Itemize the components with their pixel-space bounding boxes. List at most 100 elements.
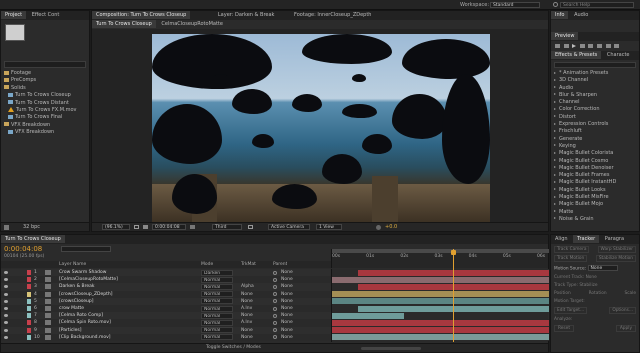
tab-composition[interactable]: Composition: Turn To Crows Closeup <box>92 11 191 19</box>
layer-duration-bar[interactable] <box>332 276 549 283</box>
layer-trkmat-select[interactable] <box>241 269 267 276</box>
layer-parent-select[interactable]: None <box>281 283 321 290</box>
layer-duration-bar[interactable] <box>332 298 549 305</box>
project-item[interactable]: VFX Breakdown <box>4 129 89 136</box>
effects-category[interactable]: Channel <box>554 99 639 106</box>
search-help-input[interactable]: Search Help <box>560 2 634 8</box>
tab-effect-controls[interactable]: Effect Cont <box>28 11 64 19</box>
layer-name[interactable]: [CelmaCloseupRotoMatte] <box>59 276 194 283</box>
effects-category[interactable]: Magic Bullet Colorista <box>554 150 639 157</box>
camera-select[interactable]: Active Camera <box>268 224 310 230</box>
layer-parent-select[interactable]: None <box>281 312 321 319</box>
camera-icon[interactable] <box>143 225 148 229</box>
layer-parent-select[interactable]: None <box>281 327 321 334</box>
track-area[interactable] <box>331 269 549 342</box>
visibility-eye-icon[interactable] <box>4 278 8 282</box>
visibility-eye-icon[interactable] <box>4 299 8 303</box>
effects-category[interactable]: Generate <box>554 136 639 143</box>
header-trkmat[interactable]: TrkMat <box>241 261 256 268</box>
zoom-select[interactable]: (96.1%) <box>102 224 130 230</box>
project-search-input[interactable] <box>4 61 86 68</box>
layer-name[interactable]: [Clip Background.mov] <box>59 334 194 341</box>
layer-trkmat-select[interactable]: None <box>241 291 267 298</box>
layer-trkmat-select[interactable] <box>241 276 267 283</box>
layer-name[interactable]: [Particles] <box>59 327 194 334</box>
parent-pickwhip-icon[interactable] <box>273 292 277 297</box>
layer-mode-select[interactable]: Darken <box>201 269 233 276</box>
effects-category[interactable]: Keying <box>554 143 639 150</box>
effects-category[interactable]: Magic Bullet Looks <box>554 187 639 194</box>
layer-parent-select[interactable]: None <box>281 291 321 298</box>
layer-mode-select[interactable]: Normal <box>201 298 233 305</box>
parent-pickwhip-icon[interactable] <box>273 306 277 311</box>
layer-mode-select[interactable]: Normal <box>201 312 233 319</box>
tab-layer[interactable]: Layer: Darken & Break <box>214 11 279 19</box>
tab-preview[interactable]: Preview <box>551 32 579 40</box>
layer-name[interactable]: [Celma Spin Roto.mov] <box>59 319 194 326</box>
tab-project[interactable]: Project <box>1 11 27 19</box>
layer-duration-bar[interactable] <box>332 334 549 341</box>
work-area-bar[interactable] <box>332 249 549 253</box>
effects-category[interactable]: Expression Controls <box>554 121 639 128</box>
layer-parent-select[interactable]: None <box>281 305 321 312</box>
project-item[interactable]: Turn To Crows Closeup <box>4 92 89 99</box>
layer-parent-select[interactable]: None <box>281 276 321 283</box>
workspace-select[interactable]: Standard <box>490 2 540 8</box>
effects-category[interactable]: Frischluft <box>554 128 639 135</box>
layer-label-color[interactable] <box>27 298 31 304</box>
exposure-icon[interactable] <box>376 225 381 230</box>
effects-category[interactable]: Noise & Grain <box>554 216 639 223</box>
header-layer-name[interactable]: Layer Name <box>59 261 86 268</box>
visibility-eye-icon[interactable] <box>4 285 8 289</box>
ram-preview-icon[interactable] <box>614 43 620 48</box>
project-item[interactable]: Solids <box>4 85 89 92</box>
effects-category[interactable]: Magic Bullet Cosmo <box>554 158 639 165</box>
effects-category[interactable]: * Animation Presets <box>554 70 639 77</box>
layer-trkmat-select[interactable]: Alpha <box>241 283 267 290</box>
effects-category[interactable]: Audio <box>554 85 639 92</box>
layer-trkmat-select[interactable]: None <box>241 327 267 334</box>
parent-pickwhip-icon[interactable] <box>273 320 277 325</box>
effects-category[interactable]: Magic Bullet Mojo <box>554 201 639 208</box>
layer-name[interactable]: crow Matte <box>59 305 194 312</box>
effects-category[interactable]: Magic Bullet InstantHD <box>554 179 639 186</box>
layer-name[interactable]: [crowsCloseup_ZDepth] <box>59 291 194 298</box>
previous-frame-icon[interactable] <box>563 43 569 48</box>
layer-parent-select[interactable]: None <box>281 269 321 276</box>
layer-trkmat-select[interactable]: A.Inv <box>241 305 267 312</box>
layer-name[interactable]: [crowsCloseup] <box>59 298 194 305</box>
header-mode[interactable]: Mode <box>201 261 213 268</box>
visibility-eye-icon[interactable] <box>4 335 8 339</box>
layer-mode-select[interactable]: Normal <box>201 291 233 298</box>
search-icon[interactable] <box>553 2 558 7</box>
loop-icon[interactable] <box>605 43 611 48</box>
playhead[interactable] <box>452 249 454 342</box>
snapshot-icon[interactable] <box>190 225 195 229</box>
parent-pickwhip-icon[interactable] <box>273 328 277 333</box>
track-camera-button[interactable]: Track Camera <box>554 246 590 253</box>
project-item[interactable]: PreComps <box>4 77 89 84</box>
tab-character[interactable]: Characte <box>603 51 634 59</box>
timeline-search-input[interactable] <box>61 246 111 252</box>
rotation-checkbox[interactable]: Rotation <box>589 291 607 296</box>
grid-icon[interactable] <box>134 225 139 229</box>
next-frame-icon[interactable] <box>579 43 585 48</box>
visibility-eye-icon[interactable] <box>4 271 8 274</box>
warp-stabilizer-button[interactable]: Warp Stabilizer <box>597 246 636 253</box>
edit-target-button[interactable]: Edit Target... <box>554 306 588 314</box>
layer-label-color[interactable] <box>27 277 31 283</box>
effects-category[interactable]: Blur & Sharpen <box>554 92 639 99</box>
project-item[interactable]: Footage <box>4 70 89 77</box>
effects-category[interactable]: Magic Bullet MisFire <box>554 194 639 201</box>
visibility-eye-icon[interactable] <box>4 321 8 325</box>
layer-name[interactable]: [Celma Roto Comp] <box>59 312 194 319</box>
tab-info[interactable]: Info <box>551 11 569 19</box>
parent-pickwhip-icon[interactable] <box>273 277 277 282</box>
effects-search-input[interactable] <box>554 62 636 68</box>
layer-duration-bar[interactable] <box>332 320 549 326</box>
visibility-eye-icon[interactable] <box>4 328 8 332</box>
effects-category[interactable]: Magic Bullet Frames <box>554 172 639 179</box>
viewer-timecode[interactable]: 0:00:04:08 <box>152 224 186 230</box>
tab-align[interactable]: Align <box>551 235 572 243</box>
layer-label-color[interactable] <box>27 270 31 275</box>
